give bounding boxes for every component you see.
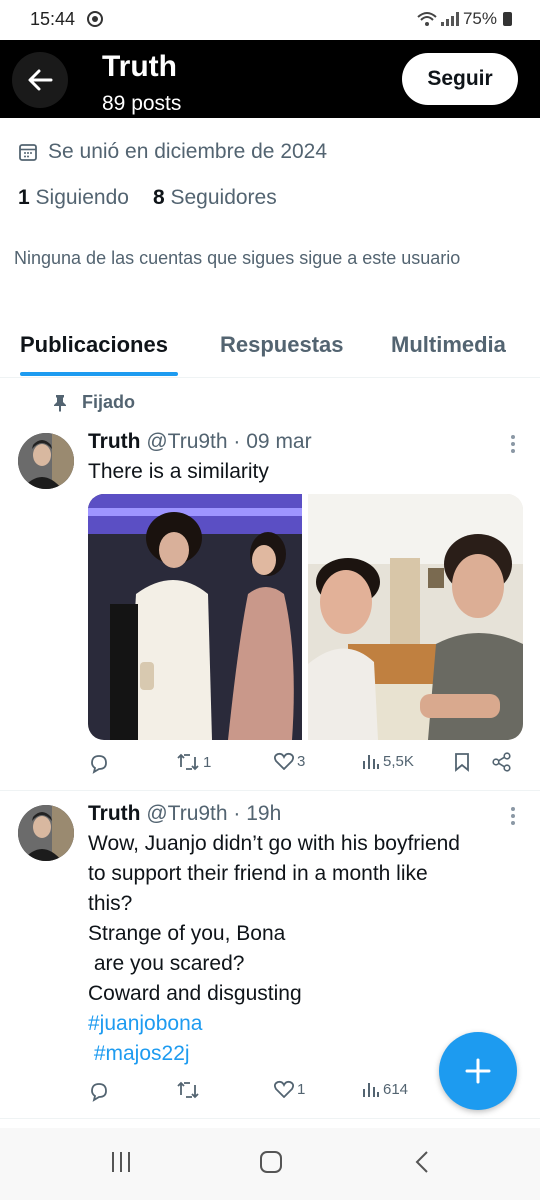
hashtag-link[interactable]: #juanjobona: [88, 1012, 202, 1035]
views-icon: [363, 755, 379, 769]
bookmark-icon: [455, 753, 469, 772]
calendar-icon: [19, 144, 37, 161]
share-icon: [492, 752, 511, 772]
following-count: 1: [18, 186, 30, 209]
pinned-label: Fijado: [52, 392, 135, 413]
reply-button[interactable]: [88, 752, 110, 774]
battery-icon: [503, 12, 512, 26]
status-indicators: 75%: [417, 9, 512, 29]
tab-respuestas[interactable]: Respuestas: [220, 332, 344, 358]
hashtag-link[interactable]: #majos22j: [88, 1042, 190, 1065]
tweet-handle: @Tru9th: [146, 802, 228, 825]
profile-tabs: Publicaciones Respuestas Multimedia: [0, 330, 540, 378]
views-count: 5,5K: [383, 752, 414, 770]
reply-icon: [91, 755, 107, 774]
share-button[interactable]: [492, 752, 512, 772]
retweet-button[interactable]: [176, 1080, 203, 1100]
retweet-count: 1: [203, 753, 212, 771]
photo-couple: [88, 494, 302, 740]
tweet-header: Truth @Tru9th · 19h: [88, 802, 281, 826]
following-link[interactable]: 1 Siguiendo: [18, 186, 129, 210]
joined-date: Se unió en diciembre de 2024: [18, 140, 327, 164]
like-count: 1: [297, 1080, 306, 1098]
tweet-author-name[interactable]: Truth: [88, 430, 141, 453]
retweet-icon: [177, 1081, 199, 1099]
status-bar: 15:44 75%: [0, 0, 540, 40]
profile-header: Truth 89 posts Seguir: [0, 40, 540, 118]
tab-publicaciones[interactable]: Publicaciones: [20, 332, 168, 358]
recent-apps-icon[interactable]: [110, 1150, 132, 1174]
bookmark-button[interactable]: [454, 752, 470, 772]
tweet-body: Wow, Juanjo didn’t go with his boyfriend…: [88, 832, 460, 1005]
avatar[interactable]: [18, 805, 74, 861]
followers-link[interactable]: 8 Seguidores: [153, 186, 277, 210]
reply-icon: [91, 1083, 107, 1102]
tweet-divider: [0, 790, 540, 791]
plus-icon: [465, 1058, 491, 1084]
tweet-handle: @Tru9th: [146, 430, 228, 453]
tweet-actions: 1 3 5,5K: [88, 752, 518, 782]
follow-stats: 1 Siguiendo 8 Seguidores: [18, 186, 277, 210]
tweet-text: Wow, Juanjo didn’t go with his boyfriend…: [88, 829, 460, 1069]
tab-multimedia[interactable]: Multimedia: [391, 332, 506, 358]
tweet-image-2[interactable]: [308, 494, 523, 740]
avatar[interactable]: [18, 433, 74, 489]
profile-name: Truth: [102, 50, 177, 83]
like-button[interactable]: 1: [274, 1080, 305, 1098]
compose-button[interactable]: [439, 1032, 517, 1110]
tweet-text: There is a similarity: [88, 460, 269, 483]
status-time: 15:44: [30, 9, 76, 29]
pinned-text: Fijado: [82, 392, 135, 412]
mutual-followers-note: Ninguna de las cuentas que sigues sigue …: [14, 248, 461, 268]
wifi-icon: [417, 12, 437, 26]
tweet-time: · 19h: [233, 802, 282, 825]
photo-restaurant: [308, 494, 523, 740]
more-options-icon[interactable]: [510, 806, 516, 826]
views-button[interactable]: 5,5K: [362, 752, 414, 770]
home-icon[interactable]: [259, 1150, 283, 1174]
pin-icon: [54, 394, 66, 412]
views-count: 614: [383, 1080, 409, 1098]
followers-label: Seguidores: [170, 186, 277, 209]
heart-icon: [274, 752, 294, 770]
avatar-photo: [18, 433, 74, 489]
follow-button[interactable]: Seguir: [402, 53, 518, 105]
retweet-icon: [177, 753, 199, 771]
like-count: 3: [297, 752, 306, 770]
battery-percent: 75%: [462, 9, 497, 28]
heart-icon: [274, 1080, 294, 1098]
tweet-divider: [0, 1118, 540, 1119]
system-nav-bar: [0, 1128, 540, 1200]
arrow-left-icon: [28, 69, 53, 91]
active-tab-indicator: [20, 372, 178, 376]
back-icon[interactable]: [414, 1150, 430, 1174]
post-count: 89 posts: [102, 92, 182, 115]
avatar-photo: [18, 805, 74, 861]
tweet-header: Truth @Tru9th · 09 mar: [88, 430, 312, 454]
back-button[interactable]: [12, 52, 68, 108]
retweet-button[interactable]: 1: [176, 752, 211, 772]
tweet-image-1[interactable]: [88, 494, 302, 740]
followers-count: 8: [152, 186, 165, 209]
like-button[interactable]: 3: [274, 752, 305, 770]
views-icon: [363, 1083, 379, 1097]
signal-icon: [440, 12, 459, 26]
more-options-icon[interactable]: [510, 434, 516, 454]
tweet-time: · 09 mar: [233, 430, 312, 453]
joined-text: Se unió en diciembre de 2024: [48, 140, 328, 163]
following-label: Siguiendo: [35, 186, 129, 209]
views-button[interactable]: 614: [362, 1080, 408, 1098]
reply-button[interactable]: [88, 1080, 110, 1102]
notification-icon: [87, 11, 103, 27]
tweet-author-name[interactable]: Truth: [88, 802, 141, 825]
